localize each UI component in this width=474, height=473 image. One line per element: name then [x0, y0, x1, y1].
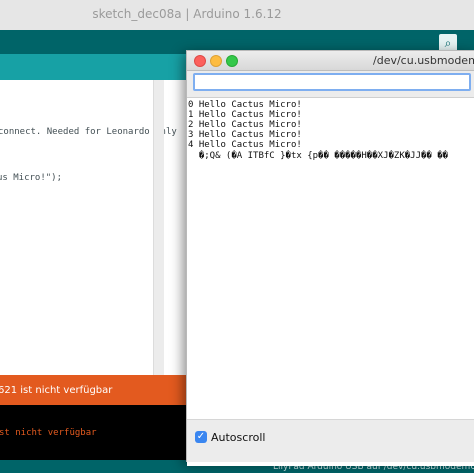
serial-output-area[interactable]: 0 Hello Cactus Micro! 1 Hello Cactus Mic…	[187, 97, 474, 466]
serial-send-input[interactable]	[193, 73, 471, 91]
serial-title-bar: /dev/cu.usbmodem62	[187, 51, 474, 71]
code-line: us Micro!");	[0, 173, 63, 183]
console-message: st nicht verfügbar	[0, 428, 97, 438]
maximize-button[interactable]	[226, 55, 238, 67]
status-message: 621 ist nicht verfügbar	[0, 385, 113, 396]
code-line: connect. Needed for Leonardo only	[0, 127, 177, 137]
serial-bottom-bar: ✓ Autoscroll	[187, 419, 474, 462]
output-line: 3 Hello Cactus Micro!	[188, 130, 302, 140]
minimize-button[interactable]	[210, 55, 222, 67]
autoscroll-checkbox[interactable]: ✓	[195, 431, 207, 443]
autoscroll-label: Autoscroll	[211, 431, 266, 444]
checkmark-icon: ✓	[196, 431, 206, 442]
output-line: 4 Hello Cactus Micro!	[188, 140, 302, 150]
output-line: 0 Hello Cactus Micro!	[188, 100, 302, 110]
ide-title-bar: sketch_dec08a | Arduino 1.6.12	[0, 0, 474, 31]
editor-scrollbar[interactable]	[153, 80, 164, 375]
serial-window-title: /dev/cu.usbmodem62	[373, 54, 474, 67]
status-bar: 621 ist nicht verfügbar	[0, 375, 186, 405]
magnifier-icon: ⌕	[444, 36, 452, 50]
serial-monitor-window: /dev/cu.usbmodem62 0 Hello Cactus Micro!…	[186, 50, 474, 466]
output-line: 1 Hello Cactus Micro!	[188, 110, 302, 120]
close-button[interactable]	[194, 55, 206, 67]
ide-window-title: sketch_dec08a | Arduino 1.6.12	[92, 7, 282, 21]
output-line: 2 Hello Cactus Micro!	[188, 120, 302, 130]
output-line: �;Q& (�A ITBfC }�tx {p�� �����H��XJ�ZK�J…	[188, 151, 449, 161]
console-output: st nicht verfügbar	[0, 405, 186, 460]
